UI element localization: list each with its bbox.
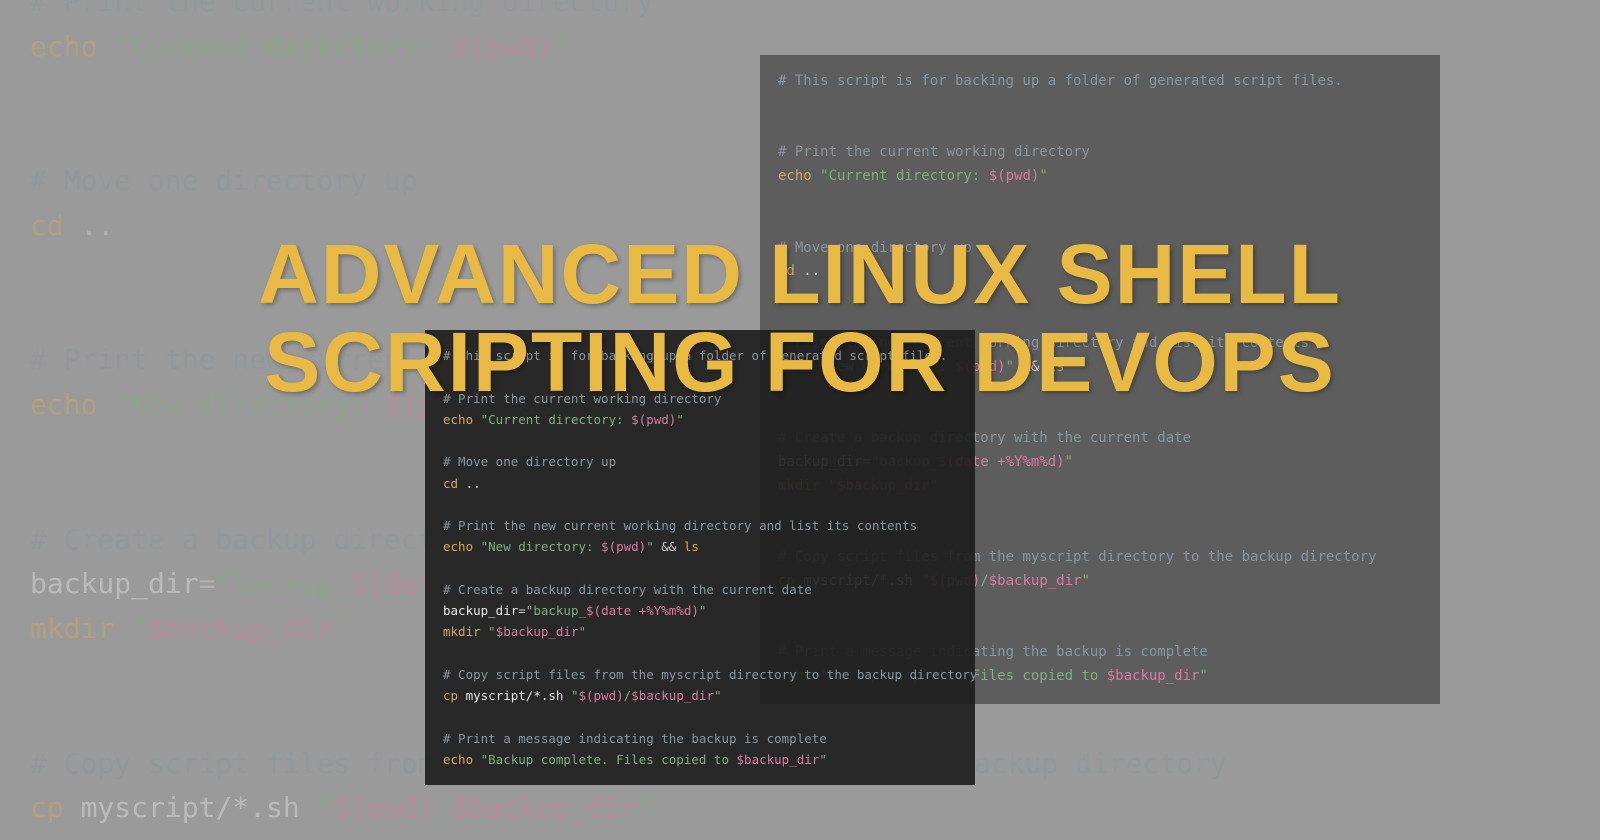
main-title: ADVANCED LINUX SHELL SCRIPTING FOR DEVOP… xyxy=(30,230,1570,406)
